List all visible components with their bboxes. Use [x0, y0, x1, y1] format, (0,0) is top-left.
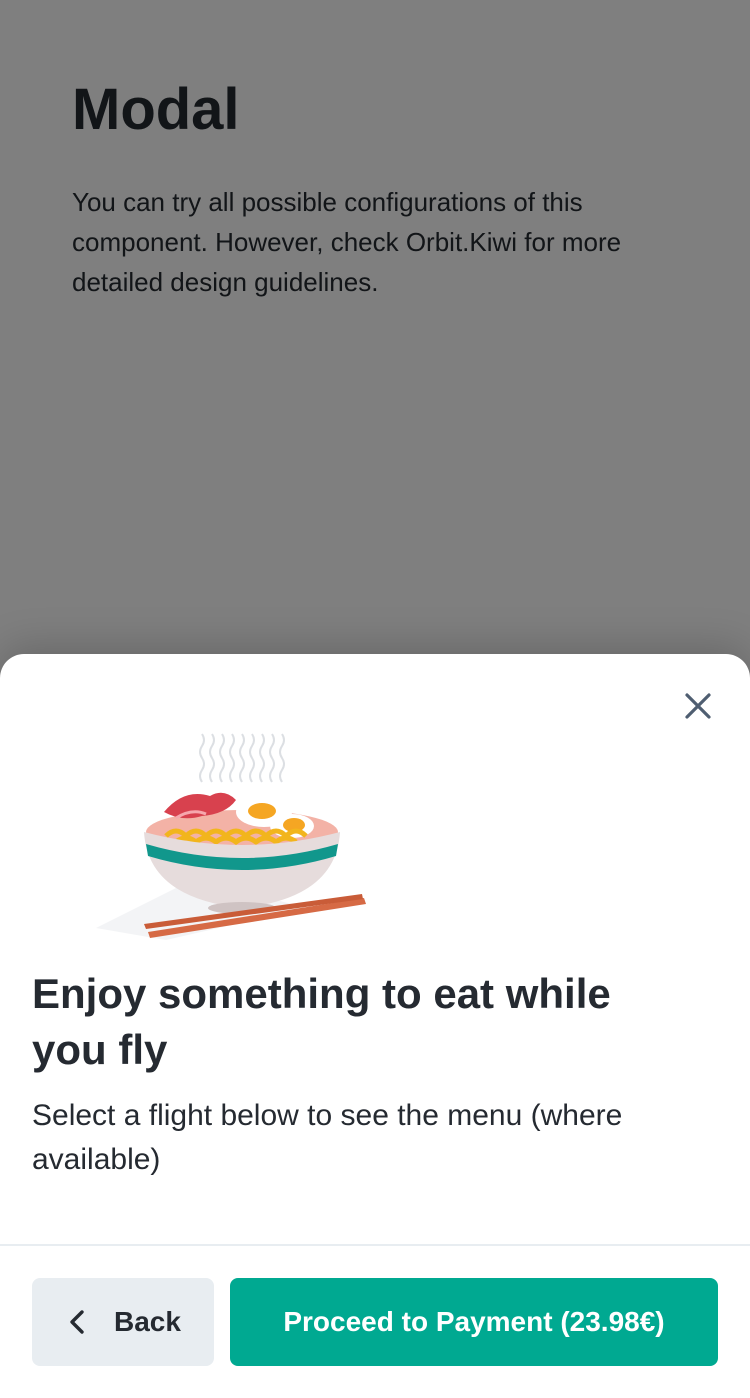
close-icon — [685, 693, 711, 719]
modal-description: Select a flight below to see the menu (w… — [32, 1099, 623, 1176]
proceed-to-payment-button[interactable]: Proceed to Payment (23.98€) — [230, 1278, 718, 1366]
proceed-button-label: Proceed to Payment (23.98€) — [283, 1306, 665, 1337]
noodle-bowl-illustration — [96, 708, 376, 944]
close-button[interactable] — [674, 680, 722, 732]
back-button[interactable]: Back — [32, 1278, 214, 1366]
modal-title: Enjoy something to eat while you fly — [32, 970, 611, 1073]
chevron-left-icon — [70, 1310, 84, 1334]
back-button-label: Back — [114, 1306, 181, 1337]
footer-divider — [0, 1244, 750, 1246]
